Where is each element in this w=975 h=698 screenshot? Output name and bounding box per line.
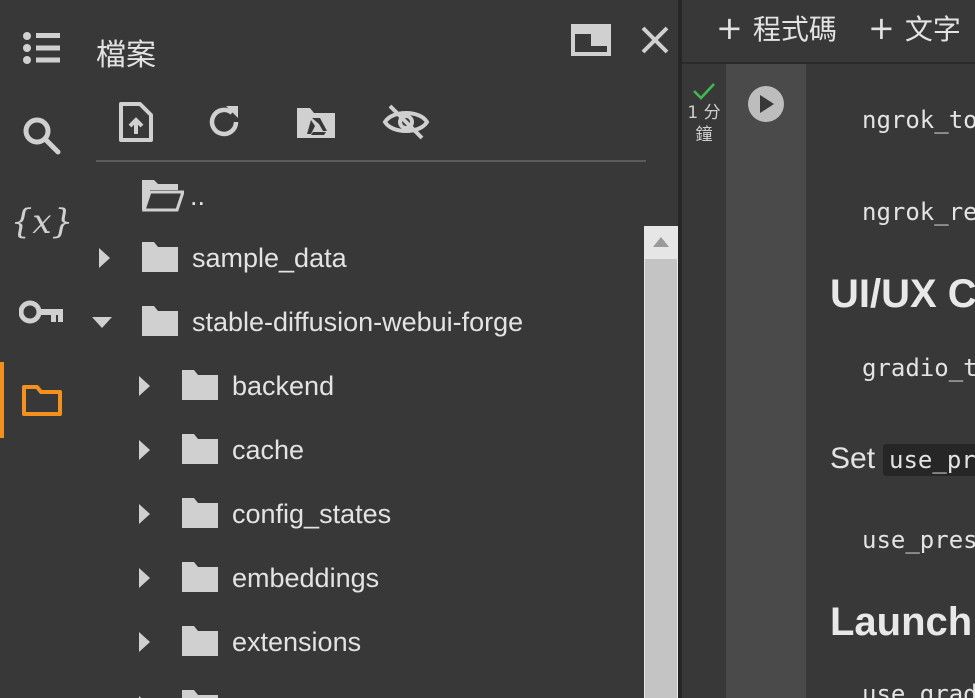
code-line[interactable]: use_grad (862, 680, 975, 698)
chevron-right-icon[interactable] (134, 440, 154, 460)
section-heading: Launch A (830, 600, 975, 644)
close-panel-button[interactable] (632, 20, 678, 60)
folder-icon (142, 242, 178, 272)
notebook-area: + 程式碼 + 文字 1 分 鐘 ngrok_to ngrok_re UI/UX… (682, 0, 975, 698)
search-button[interactable] (0, 106, 84, 166)
tree-label: embeddings (232, 563, 380, 593)
run-cell-button[interactable] (748, 86, 784, 122)
plus-icon: + (868, 9, 895, 47)
folder-icon (182, 562, 218, 592)
code-line[interactable]: ngrok_to (862, 106, 975, 134)
code-line[interactable]: gradio_t (862, 354, 975, 382)
tree-row-extensions[interactable]: extensions (84, 610, 644, 674)
tree-row-config-states[interactable]: config_states (84, 482, 644, 546)
files-panel: 檔案 .. sample_data stable-diffusion-webui… (84, 0, 678, 698)
tree-row-sample-data[interactable]: sample_data (84, 226, 644, 290)
notebook-toolbar: + 程式碼 + 文字 (682, 0, 975, 64)
check-icon (693, 83, 715, 100)
tree-row-parent[interactable]: .. (84, 164, 644, 228)
folder-icon (22, 385, 62, 416)
folder-icon (182, 626, 218, 656)
tree-label: sample_data (192, 243, 347, 273)
tree-row-embeddings[interactable]: embeddings (84, 546, 644, 610)
tree-row-backend[interactable]: backend (84, 354, 644, 418)
mount-drive-icon (297, 108, 335, 138)
chevron-right-icon[interactable] (134, 568, 154, 588)
code-line[interactable]: use_pres (862, 526, 975, 554)
files-button[interactable] (0, 362, 84, 438)
toggle-hidden-files-button[interactable] (378, 98, 434, 146)
upload-file-icon (119, 102, 153, 142)
panel-title: 檔案 (96, 38, 156, 73)
new-window-icon (571, 24, 611, 56)
cell-gutter (682, 64, 726, 698)
close-icon (641, 26, 669, 54)
execution-time-unit: 鐘 (695, 125, 713, 145)
file-tree-scrollbar[interactable] (644, 226, 678, 698)
add-code-label: 程式碼 (752, 13, 837, 46)
execution-status: 1 分 鐘 (682, 82, 726, 146)
folder-icon (142, 306, 178, 336)
variables-button[interactable]: {x} (0, 192, 84, 252)
open-in-window-button[interactable] (568, 20, 614, 60)
folder-icon (182, 434, 218, 464)
tree-row-stable-diffusion-webui-forge[interactable]: stable-diffusion-webui-forge (84, 290, 644, 354)
paragraph-text: Set (830, 442, 876, 475)
folder-icon (182, 370, 218, 400)
execution-time: 1 分 (687, 103, 721, 123)
add-text-cell-button[interactable]: + 文字 (868, 9, 961, 47)
add-code-cell-button[interactable]: + 程式碼 (716, 9, 837, 47)
plus-icon: + (716, 9, 743, 47)
tree-label: config_states (232, 499, 392, 529)
tree-label: stable-diffusion-webui-forge (192, 307, 524, 337)
chevron-right-icon[interactable] (134, 376, 154, 396)
scroll-up-arrow-icon[interactable] (645, 226, 677, 258)
tree-label: .. (190, 181, 206, 211)
add-text-label: 文字 (904, 13, 961, 46)
key-icon (19, 300, 63, 324)
tree-label: cache (232, 435, 305, 465)
chevron-right-icon[interactable] (134, 632, 154, 652)
refresh-button[interactable] (196, 98, 252, 146)
inline-code: use_pr (883, 444, 975, 476)
tree-label: backend (232, 371, 335, 401)
scroll-thumb[interactable] (645, 259, 677, 698)
code-line[interactable]: ngrok_re (862, 198, 975, 226)
text-paragraph: Set use_pr (830, 442, 975, 476)
open-folder-icon (141, 180, 184, 212)
files-toolbar (96, 96, 646, 162)
search-icon (23, 117, 61, 155)
mount-drive-button[interactable] (288, 98, 344, 146)
tree-label: extensions (232, 627, 362, 657)
play-icon (760, 95, 774, 113)
folder-icon (182, 498, 218, 528)
chevron-right-icon[interactable] (134, 504, 154, 524)
table-of-contents-button[interactable] (0, 18, 84, 78)
activity-rail: {x} (0, 0, 84, 698)
secrets-button[interactable] (0, 282, 84, 342)
chevron-down-icon[interactable] (92, 312, 112, 332)
panel-actions (550, 20, 678, 60)
hide-files-icon (382, 104, 430, 140)
list-icon (23, 32, 60, 64)
chevron-right-icon[interactable] (94, 248, 114, 268)
cell-run-column (726, 64, 806, 698)
section-heading: UI/UX Co (830, 272, 975, 316)
folder-icon (182, 690, 218, 698)
upload-button[interactable] (108, 98, 164, 146)
refresh-icon (209, 106, 239, 137)
tree-row-cache[interactable]: cache (84, 418, 644, 482)
variables-icon: {x} (10, 202, 74, 242)
tree-row-partial[interactable] (84, 674, 644, 698)
